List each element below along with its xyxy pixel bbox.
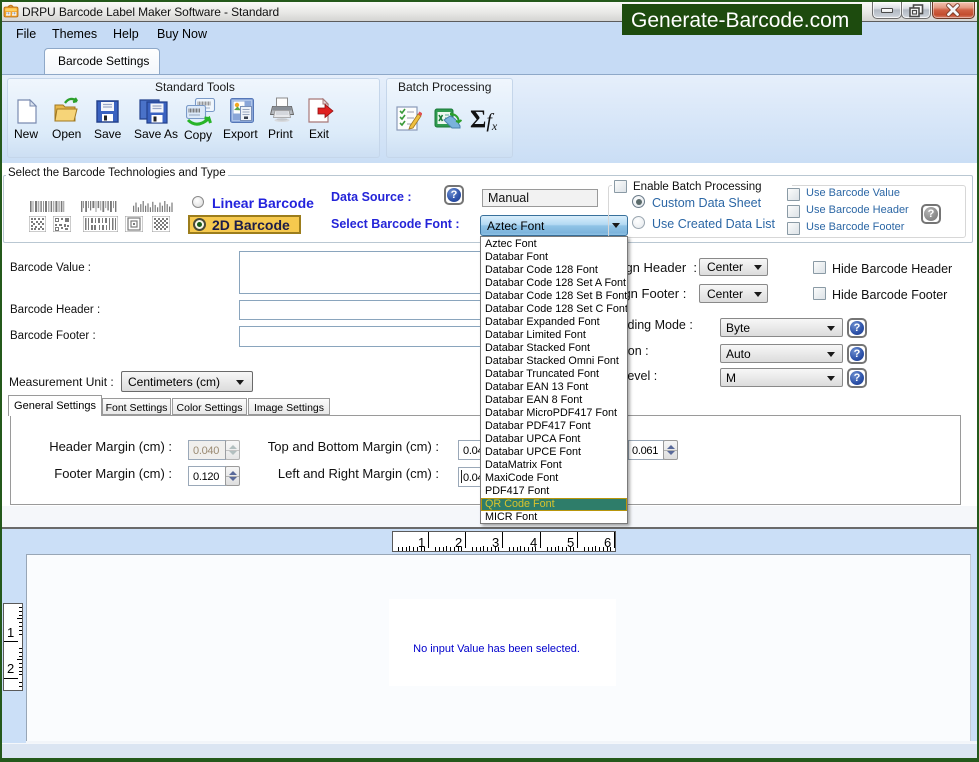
svg-text:2: 2 [7,661,14,676]
svg-text:1: 1 [7,625,14,640]
svg-text:4: 4 [530,535,537,550]
